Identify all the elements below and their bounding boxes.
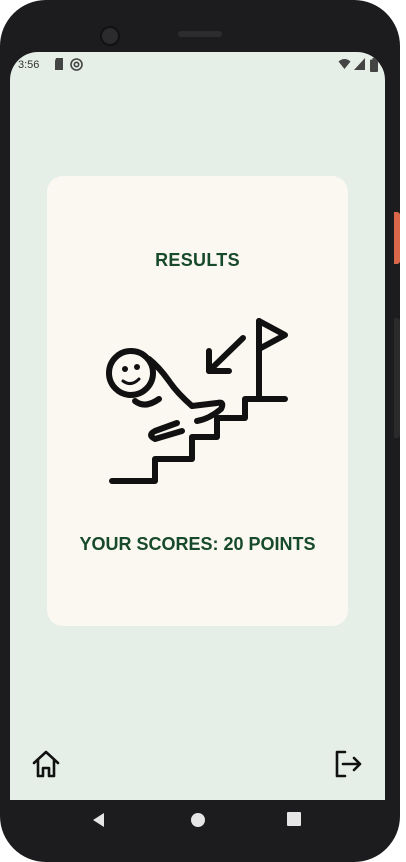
home-icon[interactable] [28,746,64,782]
sd-card-icon [55,58,63,70]
results-card: RESULTS YOUR SCORES: 20 POINTS [47,176,348,626]
front-camera [100,26,120,46]
device-frame: 3:56 RESULTS YOUR SCORES: 20 POINTS [0,0,400,862]
power-button [394,212,400,264]
signal-icon [354,58,365,70]
system-nav-bar [10,800,385,840]
person-falling-down-stairs-icon [106,318,288,484]
status-bar: 3:56 [10,52,385,78]
logout-icon[interactable] [330,746,366,782]
wifi-icon [338,59,351,69]
app-screen: 3:56 RESULTS YOUR SCORES: 20 POINTS [10,52,385,800]
volume-button [394,318,400,438]
battery-icon [370,58,378,72]
at-sign-icon [70,58,83,71]
recents-icon[interactable] [287,812,301,826]
home-circle-icon[interactable] [190,812,206,828]
status-time: 3:56 [18,59,40,71]
back-icon[interactable] [92,812,106,828]
results-title: RESULTS [155,250,240,270]
earpiece-speaker [178,31,222,37]
score-text: YOUR SCORES: 20 POINTS [79,534,316,554]
